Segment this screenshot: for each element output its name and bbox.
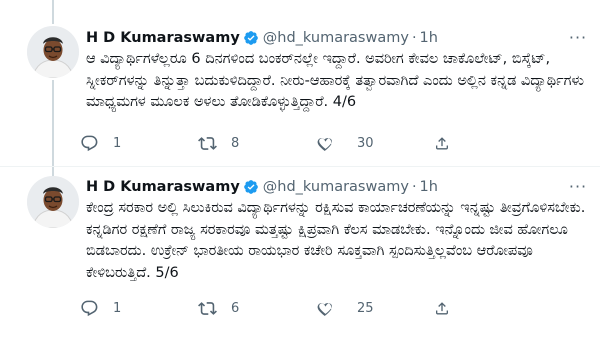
retweet-icon <box>198 301 217 315</box>
author-name[interactable]: H D Kumaraswamy <box>86 30 240 46</box>
avatar-image <box>27 26 79 78</box>
retweet-count: 6 <box>231 300 240 316</box>
reply-button[interactable]: 1 <box>80 299 198 318</box>
like-button[interactable]: 30 <box>316 134 434 153</box>
reply-icon <box>81 135 98 151</box>
share-icon <box>436 301 448 314</box>
tweet-text: ಕೇಂದ್ರ ಸರಕಾರ ಅಲ್ಲಿ ಸಿಲುಕಿರುವ ವಿದ್ಯಾರ್ಥಿಗ… <box>86 200 586 281</box>
reply-icon <box>81 300 98 316</box>
action-bar: 1 6 25 <box>80 297 560 319</box>
like-count: 30 <box>357 135 374 151</box>
avatar[interactable] <box>27 176 79 228</box>
avatar[interactable] <box>27 26 79 78</box>
like-button[interactable]: 25 <box>316 299 434 318</box>
action-bar: 1 8 30 <box>80 132 560 154</box>
share-icon <box>436 136 448 149</box>
tweet-header: H D Kumaraswamy @hd_kumaraswamy · 1h <box>86 28 438 48</box>
reply-button[interactable]: 1 <box>80 134 198 153</box>
more-icon[interactable]: ··· <box>566 27 590 47</box>
author-name[interactable]: H D Kumaraswamy <box>86 179 240 195</box>
like-count: 25 <box>357 300 374 316</box>
separator-dot: · <box>411 179 417 195</box>
separator-dot: · <box>411 30 417 46</box>
like-icon <box>317 137 332 151</box>
tweet-text: ಆ ವಿದ್ಯಾರ್ಥಿಗಳೆಲ್ಲರೂ 6 ದಿನಗಳಿಂದ ಬಂಕರ್‌ನಲ… <box>86 51 584 110</box>
retweet-count: 8 <box>231 135 240 151</box>
author-handle[interactable]: @hd_kumaraswamy <box>263 179 409 195</box>
share-button[interactable] <box>434 299 464 318</box>
reply-count: 1 <box>113 135 122 151</box>
verified-badge-icon <box>243 31 258 45</box>
like-icon <box>317 302 332 316</box>
tweet-5-of-6[interactable]: H D Kumaraswamy @hd_kumaraswamy · 1h ···… <box>0 167 600 338</box>
retweet-icon <box>198 136 217 150</box>
timestamp[interactable]: 1h <box>420 30 438 46</box>
share-button[interactable] <box>434 134 464 153</box>
reply-count: 1 <box>113 300 122 316</box>
retweet-button[interactable]: 6 <box>198 299 316 318</box>
timestamp[interactable]: 1h <box>420 179 438 195</box>
verified-badge-icon <box>243 180 258 194</box>
retweet-button[interactable]: 8 <box>198 134 316 153</box>
tweet-header: H D Kumaraswamy @hd_kumaraswamy · 1h <box>86 177 438 197</box>
more-icon[interactable]: ··· <box>566 176 590 196</box>
author-handle[interactable]: @hd_kumaraswamy <box>263 30 409 46</box>
tweet-4-of-6[interactable]: H D Kumaraswamy @hd_kumaraswamy · 1h ···… <box>0 0 600 166</box>
avatar-image <box>27 176 79 228</box>
